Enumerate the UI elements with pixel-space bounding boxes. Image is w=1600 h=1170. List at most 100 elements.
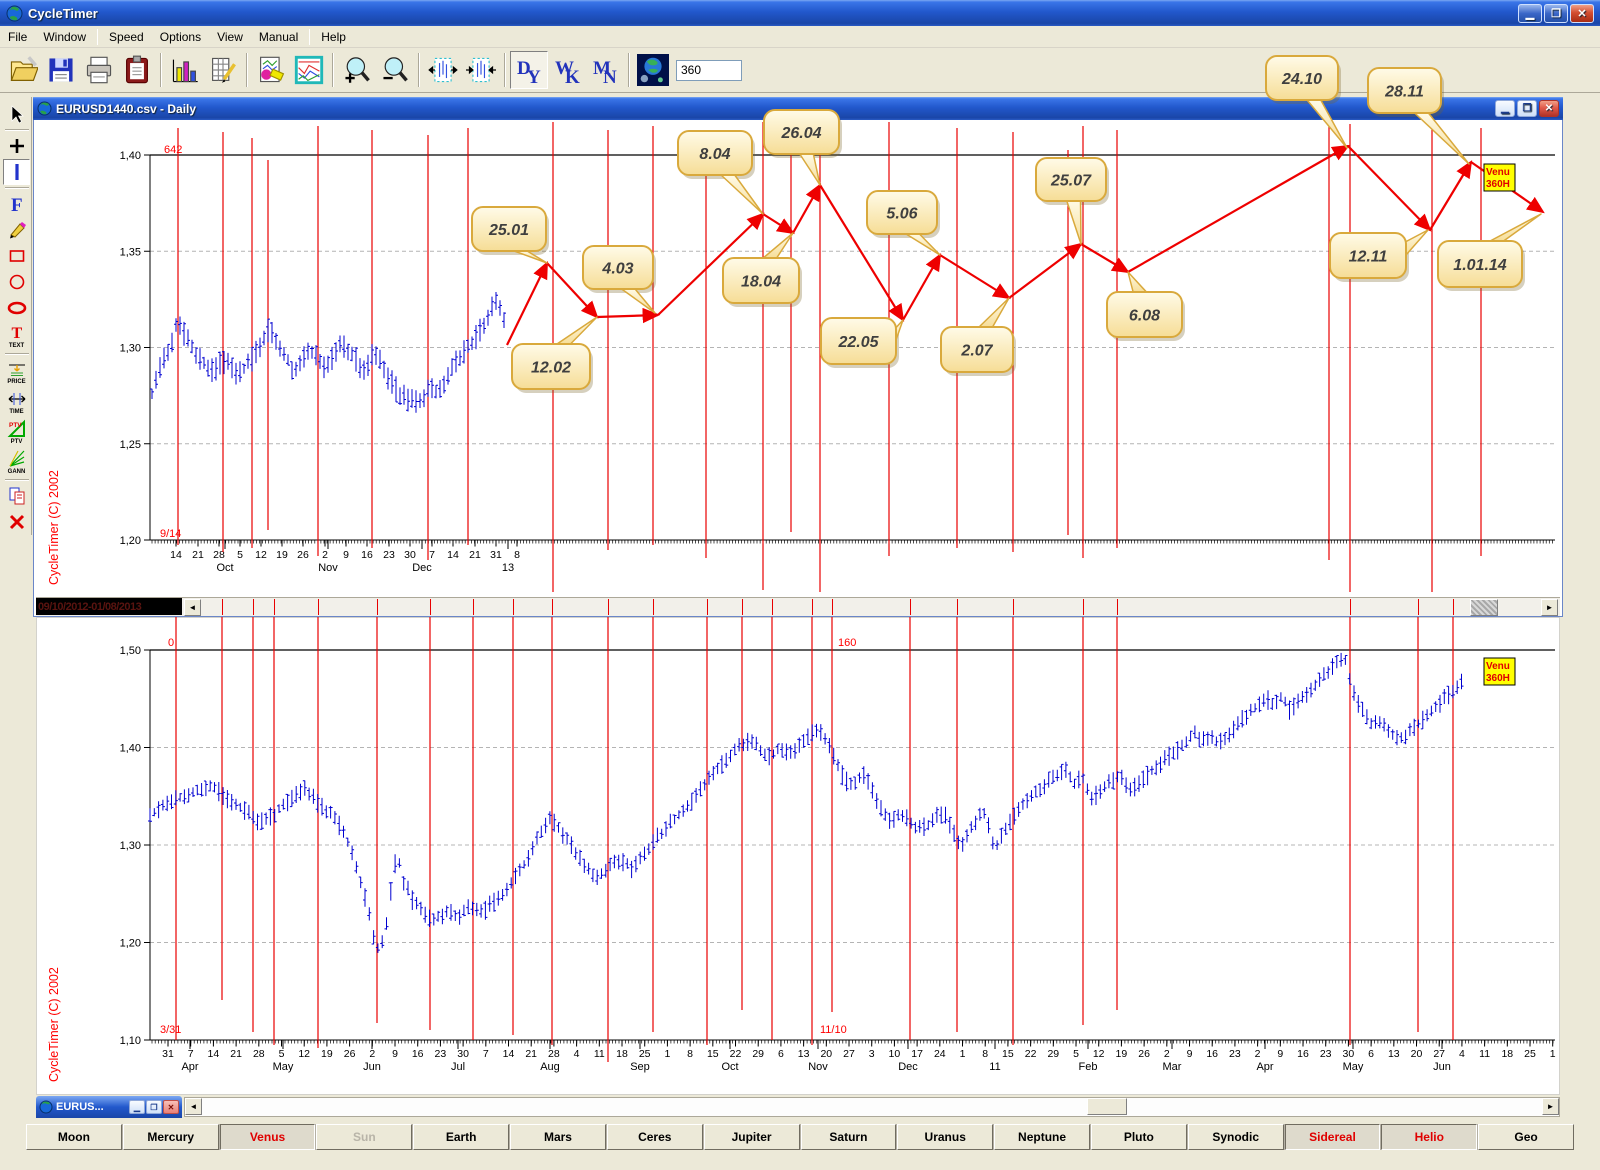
chart-edit-button[interactable] <box>252 51 290 89</box>
planet-button-geo[interactable]: Geo <box>1478 1124 1574 1150</box>
chart-minimize-button[interactable]: ▁ <box>1495 100 1515 117</box>
top-scrollbar[interactable]: ◄ ► <box>36 597 1560 616</box>
close-button[interactable]: ✕ <box>1570 4 1594 23</box>
min-maximize-button[interactable]: ❐ <box>146 1100 162 1114</box>
bottom-chart-area[interactable] <box>36 617 1560 1095</box>
cycle-line-top <box>812 599 813 615</box>
cursor-icon <box>7 104 27 124</box>
minimize-button[interactable]: ▁ <box>1518 4 1542 23</box>
menu-item-options[interactable]: Options <box>152 27 209 47</box>
scroll-right-arrow[interactable]: ► <box>1541 599 1558 616</box>
cursor-tool[interactable] <box>3 101 30 127</box>
save-button[interactable] <box>42 51 80 89</box>
planet-button-jupiter[interactable]: Jupiter <box>704 1124 800 1150</box>
zoom-in-button[interactable] <box>338 51 376 89</box>
top-chart-area[interactable] <box>36 120 1560 597</box>
cycle-line-top <box>1453 599 1454 615</box>
cycle-line-top <box>274 599 275 615</box>
chart-maximize-button[interactable]: ❐ <box>1517 100 1537 117</box>
menu-bar: FileWindow SpeedOptionsViewManual Help <box>0 26 1600 48</box>
planet-button-sidereal[interactable]: Sidereal <box>1285 1124 1381 1150</box>
calculator-button[interactable] <box>204 51 242 89</box>
open-file-button[interactable] <box>4 51 42 89</box>
palette-separator <box>5 353 29 355</box>
planet-button-helio[interactable]: Helio <box>1381 1124 1477 1150</box>
bottom-scrollbar[interactable]: ◄ ► <box>184 1097 1560 1117</box>
menu-item-manual[interactable]: Manual <box>251 27 306 47</box>
circle-tool[interactable] <box>3 269 30 295</box>
menu-item-view[interactable]: View <box>209 27 251 47</box>
crosshair-tool[interactable] <box>3 133 30 159</box>
planet-button-synodic[interactable]: Synodic <box>1188 1124 1284 1150</box>
cycle-line-top <box>1350 599 1351 615</box>
planet-button-pluto[interactable]: Pluto <box>1091 1124 1187 1150</box>
ellipse-tool[interactable] <box>3 295 30 321</box>
planet-button-venus[interactable]: Venus <box>220 1124 316 1150</box>
menu-item-help[interactable]: Help <box>313 27 354 47</box>
fibonacci-tool[interactable]: F <box>3 191 30 217</box>
palette-separator <box>5 187 29 189</box>
zoom-out-icon <box>380 55 410 85</box>
cycle-line-top <box>772 599 773 615</box>
bar-chart-button[interactable] <box>166 51 204 89</box>
min-close-button[interactable]: ✕ <box>163 1100 179 1114</box>
palette-separator <box>5 129 29 131</box>
price-tool[interactable]: PRICE <box>3 357 30 387</box>
clipboard-icon <box>122 55 152 85</box>
expand-horizontal-button[interactable] <box>424 51 462 89</box>
rectangle-tool[interactable] <box>3 243 30 269</box>
menu-item-file[interactable]: File <box>0 27 35 47</box>
copy-tool[interactable] <box>3 483 30 509</box>
scroll-left-arrow[interactable]: ◄ <box>184 599 201 616</box>
vertical-line-tool[interactable] <box>3 159 30 185</box>
planet-360-button[interactable] <box>634 51 672 89</box>
degrees-input[interactable] <box>676 60 742 81</box>
period-wk-icon: WK <box>551 54 583 86</box>
planet-button-mercury[interactable]: Mercury <box>123 1124 219 1150</box>
gann-tool-label: GANN <box>8 469 26 475</box>
pencil-tool[interactable] <box>3 217 30 243</box>
scroll-thumb[interactable] <box>1470 599 1498 616</box>
period-mn-icon: MN <box>589 54 621 86</box>
ellipse-icon <box>7 298 27 318</box>
menu-item-window[interactable]: Window <box>35 27 94 47</box>
maximize-button[interactable]: ❐ <box>1544 4 1568 23</box>
toolbar-separator <box>628 53 630 87</box>
calculator-icon <box>208 55 238 85</box>
bottom-scroll-right-arrow[interactable]: ► <box>1542 1098 1559 1115</box>
chart-lines-icon <box>294 55 324 85</box>
planet-button-ceres[interactable]: Ceres <box>607 1124 703 1150</box>
chart-close-button[interactable]: ✕ <box>1539 100 1559 117</box>
print-button[interactable] <box>80 51 118 89</box>
planet-button-moon[interactable]: Moon <box>26 1124 122 1150</box>
ptv-tool[interactable]: PTVPTV <box>3 417 30 447</box>
zoom-out-button[interactable] <box>376 51 414 89</box>
minimized-window[interactable]: EURUS... ▁ ❐ ✕ <box>36 1096 182 1118</box>
period-wk-button[interactable]: WK <box>548 51 586 89</box>
compress-horizontal-button[interactable] <box>462 51 500 89</box>
chart-window-title: EURUSD1440.csv - Daily <box>56 102 196 116</box>
cycle-line-top <box>1013 599 1014 615</box>
menu-item-speed[interactable]: Speed <box>101 27 152 47</box>
chart-window-titlebar[interactable]: EURUSD1440.csv - Daily ▁ ❐ ✕ <box>33 97 1563 120</box>
planet-button-saturn[interactable]: Saturn <box>801 1124 897 1150</box>
delete-tool[interactable] <box>3 509 30 535</box>
text-tool[interactable]: TTEXT <box>3 321 30 351</box>
price-icon <box>7 359 27 379</box>
chart-lines-button[interactable] <box>290 51 328 89</box>
period-dy-button[interactable]: DY <box>510 51 548 89</box>
svg-text:K: K <box>565 67 580 86</box>
planet-button-uranus[interactable]: Uranus <box>897 1124 993 1150</box>
bottom-scroll-left-arrow[interactable]: ◄ <box>185 1098 202 1115</box>
clipboard-button[interactable] <box>118 51 156 89</box>
planet-button-earth[interactable]: Earth <box>413 1124 509 1150</box>
min-restore-button[interactable]: ▁ <box>129 1100 145 1114</box>
planet-button-neptune[interactable]: Neptune <box>994 1124 1090 1150</box>
time-tool[interactable]: TIME <box>3 387 30 417</box>
bottom-scroll-thumb[interactable] <box>1087 1098 1127 1115</box>
gann-tool[interactable]: GANN <box>3 447 30 477</box>
planet-button-mars[interactable]: Mars <box>510 1124 606 1150</box>
main-titlebar[interactable]: CycleTimer ▁ ❐ ✕ <box>0 0 1600 26</box>
compress-horizontal-icon <box>466 55 496 85</box>
period-mn-button[interactable]: MN <box>586 51 624 89</box>
